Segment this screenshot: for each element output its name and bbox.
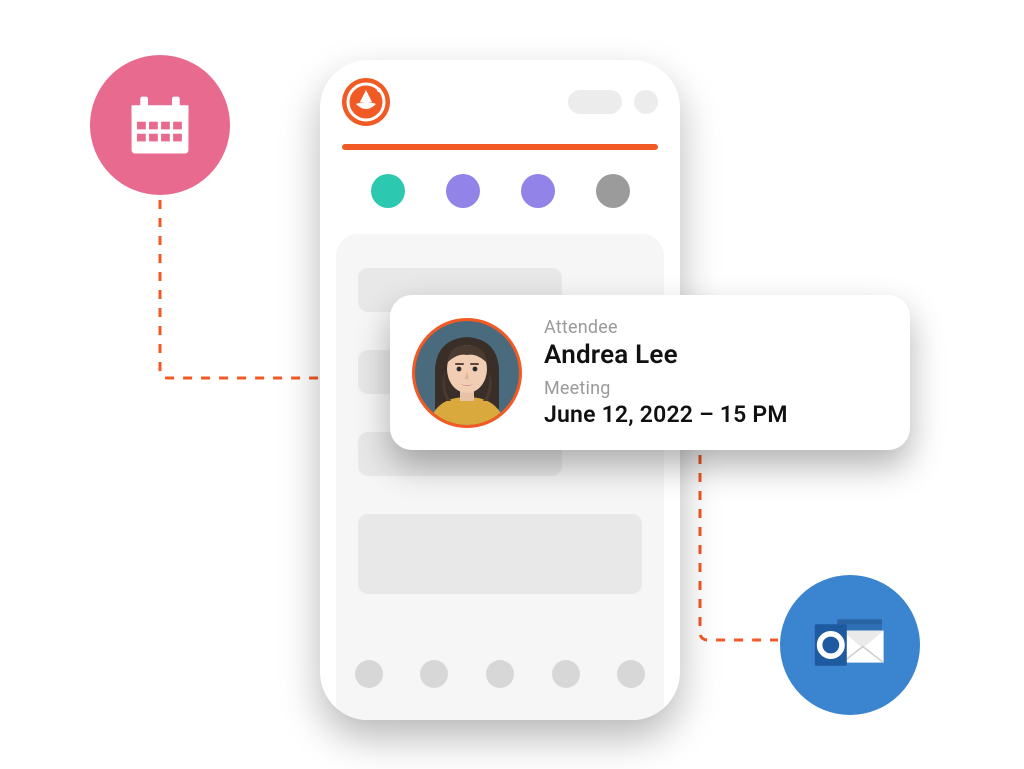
attendee-label: Attendee bbox=[544, 317, 788, 338]
outlook-icon bbox=[810, 610, 890, 680]
status-dot-4[interactable] bbox=[596, 174, 630, 208]
meeting-label: Meeting bbox=[544, 378, 788, 399]
topbar-pill[interactable] bbox=[568, 90, 622, 114]
attendee-avatar bbox=[412, 318, 522, 428]
app-logo[interactable] bbox=[342, 78, 390, 126]
bottom-nav bbox=[336, 654, 664, 720]
nav-dot[interactable] bbox=[552, 660, 580, 688]
status-dot-row bbox=[320, 150, 680, 220]
status-dot-1[interactable] bbox=[371, 174, 405, 208]
status-dot-2[interactable] bbox=[446, 174, 480, 208]
attendee-card-text: Attendee Andrea Lee Meeting June 12, 202… bbox=[544, 317, 788, 428]
phone-topbar bbox=[320, 60, 680, 144]
attendee-name: Andrea Lee bbox=[544, 340, 788, 370]
status-dot-3[interactable] bbox=[521, 174, 555, 208]
topbar-avatar-dot[interactable] bbox=[634, 90, 658, 114]
app-logo-icon bbox=[342, 78, 390, 126]
outlook-badge bbox=[780, 575, 920, 715]
list-item bbox=[358, 514, 642, 594]
calendar-icon bbox=[125, 90, 195, 160]
nav-dot[interactable] bbox=[617, 660, 645, 688]
calendar-badge bbox=[90, 55, 230, 195]
meeting-time: June 12, 2022 – 15 PM bbox=[544, 401, 788, 428]
avatar-image bbox=[415, 321, 519, 425]
connector-path-bottom bbox=[700, 455, 778, 640]
nav-dot[interactable] bbox=[355, 660, 383, 688]
attendee-card[interactable]: Attendee Andrea Lee Meeting June 12, 202… bbox=[390, 295, 910, 450]
nav-dot[interactable] bbox=[420, 660, 448, 688]
nav-dot[interactable] bbox=[486, 660, 514, 688]
